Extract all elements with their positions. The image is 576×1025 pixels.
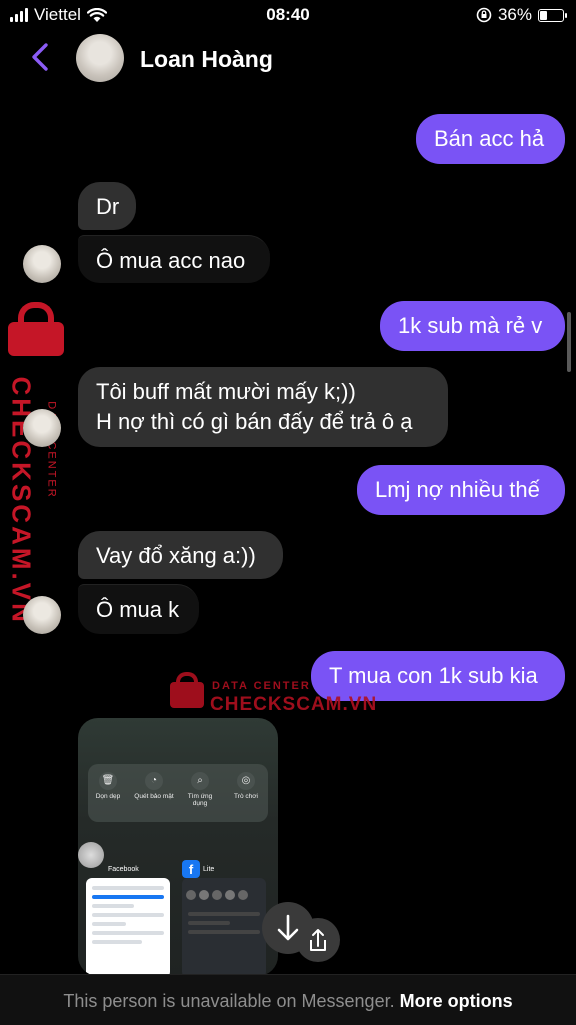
share-button[interactable]: [296, 918, 340, 962]
message-text-line-1: Tôi buff mất mười mấy k;)): [96, 379, 356, 404]
back-arrow-icon[interactable]: [28, 42, 54, 72]
rotation-lock-icon: [476, 7, 492, 23]
contact-avatar[interactable]: [76, 34, 124, 82]
watermark-small-label: DATA CENTER: [212, 680, 311, 692]
facebook-app-icon: [78, 842, 104, 868]
app-label-facebook: Facebook: [108, 866, 139, 873]
message-text: Dr: [96, 194, 120, 219]
message-bubble-incoming[interactable]: Ô mua acc nao: [78, 235, 270, 283]
scrollbar[interactable]: [567, 312, 571, 372]
sender-avatar[interactable]: [23, 409, 61, 447]
lock-icon: [8, 302, 64, 358]
watermark-big-label: CHECKSCAM.VN: [6, 376, 37, 625]
image-attachment[interactable]: 🗑 Dọn dẹp ◔ Quét bảo mật ⌕ Tìm ứng dụng …: [78, 718, 278, 976]
message-text: Lmj nợ nhiều thế: [375, 477, 540, 502]
quick-setting-cleanup: 🗑 Dọn dẹp: [88, 772, 128, 800]
sender-avatar[interactable]: [23, 596, 61, 634]
share-icon: [310, 929, 326, 951]
message-text: 1k sub mà rẻ v: [398, 313, 543, 338]
chat-header: Loan Hoàng: [0, 30, 576, 88]
message-text: Ô mua acc nao: [96, 248, 246, 273]
facebook-lite-preview: [182, 878, 266, 976]
message-bubble-incoming[interactable]: Ô mua k: [78, 584, 199, 634]
contact-name[interactable]: Loan Hoàng: [140, 46, 273, 73]
message-text-line-2: H nợ thì có gì bán đấy để trả ô ạ: [96, 409, 413, 434]
message-text: Bán acc hả: [434, 126, 545, 151]
message-text: Vay đổ xăng a:)): [96, 543, 256, 568]
facebook-app-preview: [86, 878, 170, 976]
sender-avatar[interactable]: [23, 245, 61, 283]
app-label-lite: Lite: [203, 866, 215, 873]
quick-setting-games: ◎ Trò chơi: [226, 772, 266, 800]
lock-icon: [170, 672, 204, 708]
message-bubble-outgoing[interactable]: 1k sub mà rẻ v: [380, 301, 565, 351]
battery-percent: 36%: [497, 5, 532, 24]
message-bubble-incoming[interactable]: Vay đổ xăng a:)): [78, 531, 283, 579]
message-bubble-outgoing[interactable]: Lmj nợ nhiều thế: [357, 465, 565, 515]
unavailable-text: This person is unavailable on Messenger.…: [0, 991, 576, 1012]
message-bubble-incoming[interactable]: Tôi buff mất mười mấy k;)) H nợ thì có g…: [78, 367, 448, 447]
facebook-lite-icon: f: [182, 860, 200, 878]
message-bubble-outgoing[interactable]: Bán acc hả: [416, 114, 565, 164]
message-text: Ô mua k: [96, 597, 180, 622]
status-bar: Viettel 08:40 36%: [0, 0, 576, 30]
more-options-link[interactable]: More options: [400, 991, 513, 1011]
trash-icon: 🗑: [99, 772, 117, 790]
quick-setting-security-scan: ◔ Quét bảo mật: [134, 772, 174, 800]
scan-icon: ◔: [145, 772, 163, 790]
search-icon: ⌕: [191, 772, 209, 790]
unavailable-banner: This person is unavailable on Messenger.…: [0, 974, 576, 1025]
quick-settings-panel: 🗑 Dọn dẹp ◔ Quét bảo mật ⌕ Tìm ứng dụng …: [88, 764, 268, 822]
battery-icon: [538, 8, 567, 22]
unavailable-message: This person is unavailable on Messenger.: [63, 991, 395, 1011]
watermark-big-label: CHECKSCAM.VN: [210, 694, 378, 715]
gamepad-icon: ◎: [237, 772, 255, 790]
quick-setting-find-app: ⌕ Tìm ứng dụng: [180, 772, 220, 807]
status-right: 36%: [476, 5, 567, 25]
message-bubble-incoming[interactable]: Dr: [78, 182, 136, 230]
checkscam-watermark-horizontal: DATA CENTER CHECKSCAM.VN: [170, 672, 376, 720]
